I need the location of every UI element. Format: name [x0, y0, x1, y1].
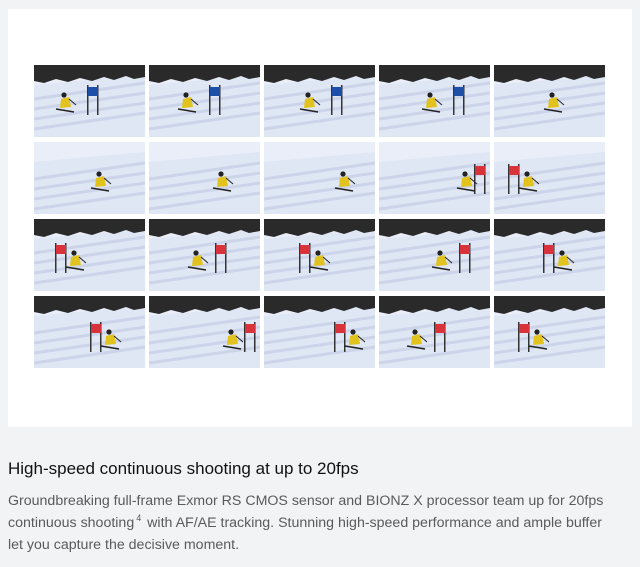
- sequence-frame: [379, 65, 490, 137]
- sequence-frame: [264, 65, 375, 137]
- sequence-frame: [264, 296, 375, 368]
- sequence-frame: [34, 296, 145, 368]
- sequence-frame: [149, 219, 260, 291]
- sequence-frame: [34, 219, 145, 291]
- sequence-photo: [264, 65, 375, 137]
- sequence-photo: [34, 296, 145, 368]
- sequence-photo: [494, 142, 605, 214]
- sequence-photo: [379, 219, 490, 291]
- sequence-photo: [494, 65, 605, 137]
- sequence-frame: [149, 142, 260, 214]
- sequence-photo: [149, 219, 260, 291]
- sequence-photo: [379, 65, 490, 137]
- sequence-photo: [264, 219, 375, 291]
- ski-sequence-grid: [34, 65, 605, 368]
- sequence-photo: [149, 296, 260, 368]
- sequence-photo: [494, 296, 605, 368]
- sequence-frame: [494, 65, 605, 137]
- sequence-frame: [379, 219, 490, 291]
- sequence-frame: [264, 219, 375, 291]
- sequence-frame: [379, 142, 490, 214]
- sequence-frame: [264, 142, 375, 214]
- sequence-photo: [34, 142, 145, 214]
- sequence-photo: [379, 296, 490, 368]
- sequence-frame: [149, 296, 260, 368]
- section-description: Groundbreaking full-frame Exmor RS CMOS …: [8, 490, 618, 556]
- sequence-photo: [264, 296, 375, 368]
- sequence-photo: [149, 142, 260, 214]
- sequence-photo: [494, 219, 605, 291]
- sequence-photo: [379, 142, 490, 214]
- sequence-frame: [494, 219, 605, 291]
- footnote-marker[interactable]: 4: [136, 513, 141, 523]
- sequence-frame: [379, 296, 490, 368]
- sequence-photo: [34, 65, 145, 137]
- sequence-frame: [149, 65, 260, 137]
- sequence-frame: [494, 142, 605, 214]
- sequence-photo: [149, 65, 260, 137]
- sequence-photo: [34, 219, 145, 291]
- sequence-frame: [494, 296, 605, 368]
- sequence-frame: [34, 65, 145, 137]
- sequence-frame: [34, 142, 145, 214]
- sequence-photo: [264, 142, 375, 214]
- section-heading: High-speed continuous shooting at up to …: [8, 459, 359, 478]
